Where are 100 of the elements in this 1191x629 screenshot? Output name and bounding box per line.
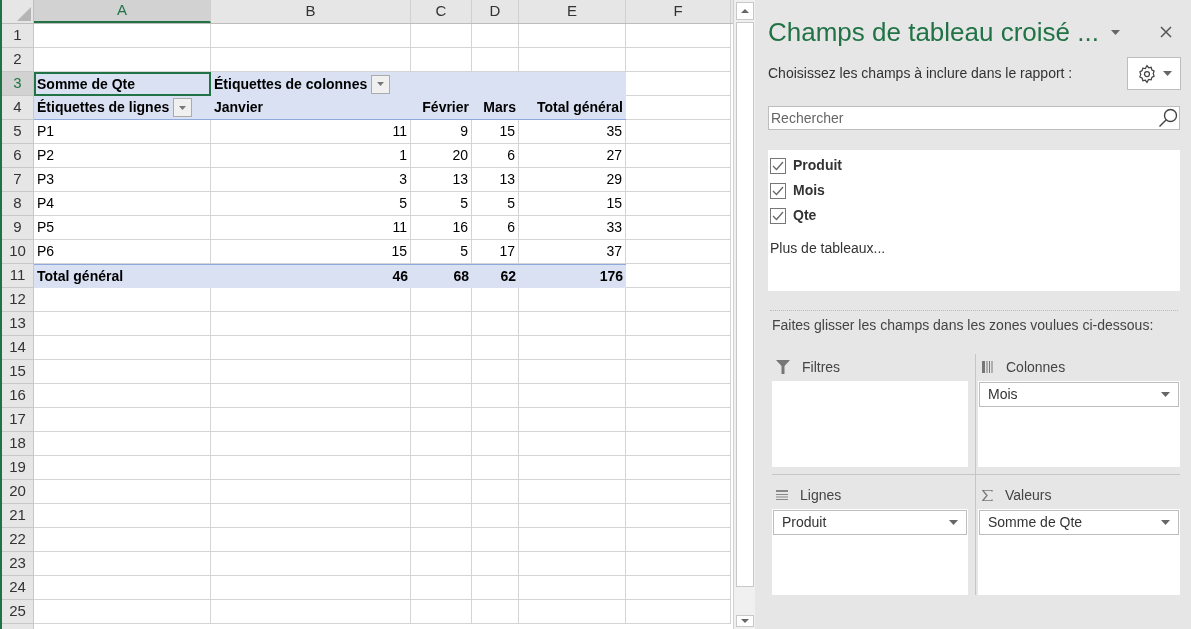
row-header[interactable]: 4 xyxy=(2,96,34,120)
column-header[interactable]: A xyxy=(34,0,211,23)
table-cell: Total général xyxy=(34,264,211,288)
table-cell: 5 xyxy=(472,192,519,216)
row-header[interactable]: 13 xyxy=(2,312,34,336)
header-label: Étiquettes de lignes xyxy=(37,98,170,117)
table-cell xyxy=(411,552,472,576)
table-cell: Total général xyxy=(519,96,626,120)
table-cell xyxy=(472,432,519,456)
table-cell: 20 xyxy=(411,144,472,168)
close-icon xyxy=(1160,26,1172,38)
checkbox[interactable] xyxy=(770,207,786,224)
caret-icon xyxy=(1161,392,1170,397)
table-cell: P4 xyxy=(34,192,211,216)
table-cell: 5 xyxy=(211,192,411,216)
row-header[interactable]: 7 xyxy=(2,168,34,192)
row-header[interactable]: 19 xyxy=(2,456,34,480)
column-header[interactable]: E xyxy=(519,0,626,23)
row-header[interactable]: 14 xyxy=(2,336,34,360)
column-header[interactable]: B xyxy=(211,0,411,23)
row-header[interactable]: 25 xyxy=(2,600,34,624)
table-cell: 33 xyxy=(519,216,626,240)
table-cell: 5 xyxy=(411,192,472,216)
drop-zone[interactable]: Mois xyxy=(978,381,1180,467)
table-cell xyxy=(411,24,472,48)
table-cell xyxy=(411,600,472,624)
vertical-scrollbar[interactable] xyxy=(733,0,755,629)
field-label: Qte xyxy=(793,206,817,225)
field-label: Mois xyxy=(793,181,825,200)
table-cell xyxy=(411,360,472,384)
columns-icon xyxy=(982,361,994,373)
row-header[interactable]: 10 xyxy=(2,240,34,264)
field-chip[interactable]: Somme de Qte xyxy=(979,510,1179,535)
table-cell: Somme de Qte xyxy=(34,72,211,96)
filter-dropdown-button[interactable] xyxy=(173,98,193,117)
table-cell xyxy=(472,576,519,600)
row-header[interactable]: 24 xyxy=(2,576,34,600)
row-header[interactable]: 16 xyxy=(2,384,34,408)
row-header[interactable]: 3 xyxy=(2,72,34,96)
row-header[interactable]: 20 xyxy=(2,480,34,504)
table-cell xyxy=(472,336,519,360)
filter-dropdown-button[interactable] xyxy=(371,74,391,94)
table-cell: 16 xyxy=(411,216,472,240)
column-header[interactable]: F xyxy=(626,0,731,23)
row-header[interactable]: 17 xyxy=(2,408,34,432)
row-header[interactable]: 23 xyxy=(2,552,34,576)
row-header[interactable]: 15 xyxy=(2,360,34,384)
table-cell xyxy=(411,576,472,600)
row-header[interactable]: 12 xyxy=(2,288,34,312)
table-cell xyxy=(411,456,472,480)
table-cell: 1 xyxy=(211,144,411,168)
row-header[interactable]: 21 xyxy=(2,504,34,528)
caret-icon xyxy=(377,82,385,86)
table-cell xyxy=(411,336,472,360)
row-header[interactable]: 22 xyxy=(2,528,34,552)
row-header[interactable]: 5 xyxy=(2,120,34,144)
table-cell: 11 xyxy=(211,120,411,144)
checkbox[interactable] xyxy=(770,182,786,199)
table-cell: 68 xyxy=(411,264,472,288)
drop-zone[interactable]: Produit xyxy=(772,509,968,595)
search-field[interactable]: Rechercher xyxy=(768,106,1180,130)
table-cell xyxy=(472,600,519,624)
settings-button[interactable] xyxy=(1127,57,1181,90)
sigma-icon xyxy=(982,489,993,501)
area-label: Colonnes xyxy=(1006,357,1066,377)
row-header[interactable]: 1 xyxy=(2,24,34,48)
table-cell xyxy=(472,552,519,576)
table-cell: P5 xyxy=(34,216,211,240)
search-icon xyxy=(1158,108,1178,128)
row-header[interactable]: 18 xyxy=(2,432,34,456)
table-cell: 35 xyxy=(519,120,626,144)
table-cell: Février xyxy=(411,96,472,120)
table-cell: 6 xyxy=(472,216,519,240)
field-chip[interactable]: Mois xyxy=(979,382,1179,407)
field-chip[interactable]: Produit xyxy=(773,510,967,535)
table-cell: P3 xyxy=(34,168,211,192)
more-tables-link[interactable]: Plus de tableaux... xyxy=(770,238,886,259)
table-cell: 13 xyxy=(411,168,472,192)
drop-zone[interactable]: Somme de Qte xyxy=(978,509,1180,595)
table-cell: 46 xyxy=(211,264,411,288)
table-cell: Mars xyxy=(472,96,519,120)
area-label: Filtres xyxy=(802,357,841,377)
column-header[interactable]: C xyxy=(411,0,472,23)
table-cell: 15 xyxy=(519,192,626,216)
row-header[interactable]: 8 xyxy=(2,192,34,216)
checkbox[interactable] xyxy=(770,157,786,174)
column-header[interactable]: D xyxy=(472,0,519,23)
table-cell xyxy=(411,312,472,336)
table-cell xyxy=(411,384,472,408)
table-cell: 15 xyxy=(472,120,519,144)
row-header[interactable]: 11 xyxy=(2,264,34,288)
table-cell xyxy=(472,504,519,528)
rows-icon xyxy=(776,490,788,500)
field-label: Produit xyxy=(793,156,842,175)
row-header[interactable]: 2 xyxy=(2,48,34,72)
row-header[interactable]: 6 xyxy=(2,144,34,168)
row-header[interactable]: 9 xyxy=(2,216,34,240)
table-cell xyxy=(472,312,519,336)
table-cell xyxy=(472,408,519,432)
down-arrow-icon xyxy=(740,619,749,623)
